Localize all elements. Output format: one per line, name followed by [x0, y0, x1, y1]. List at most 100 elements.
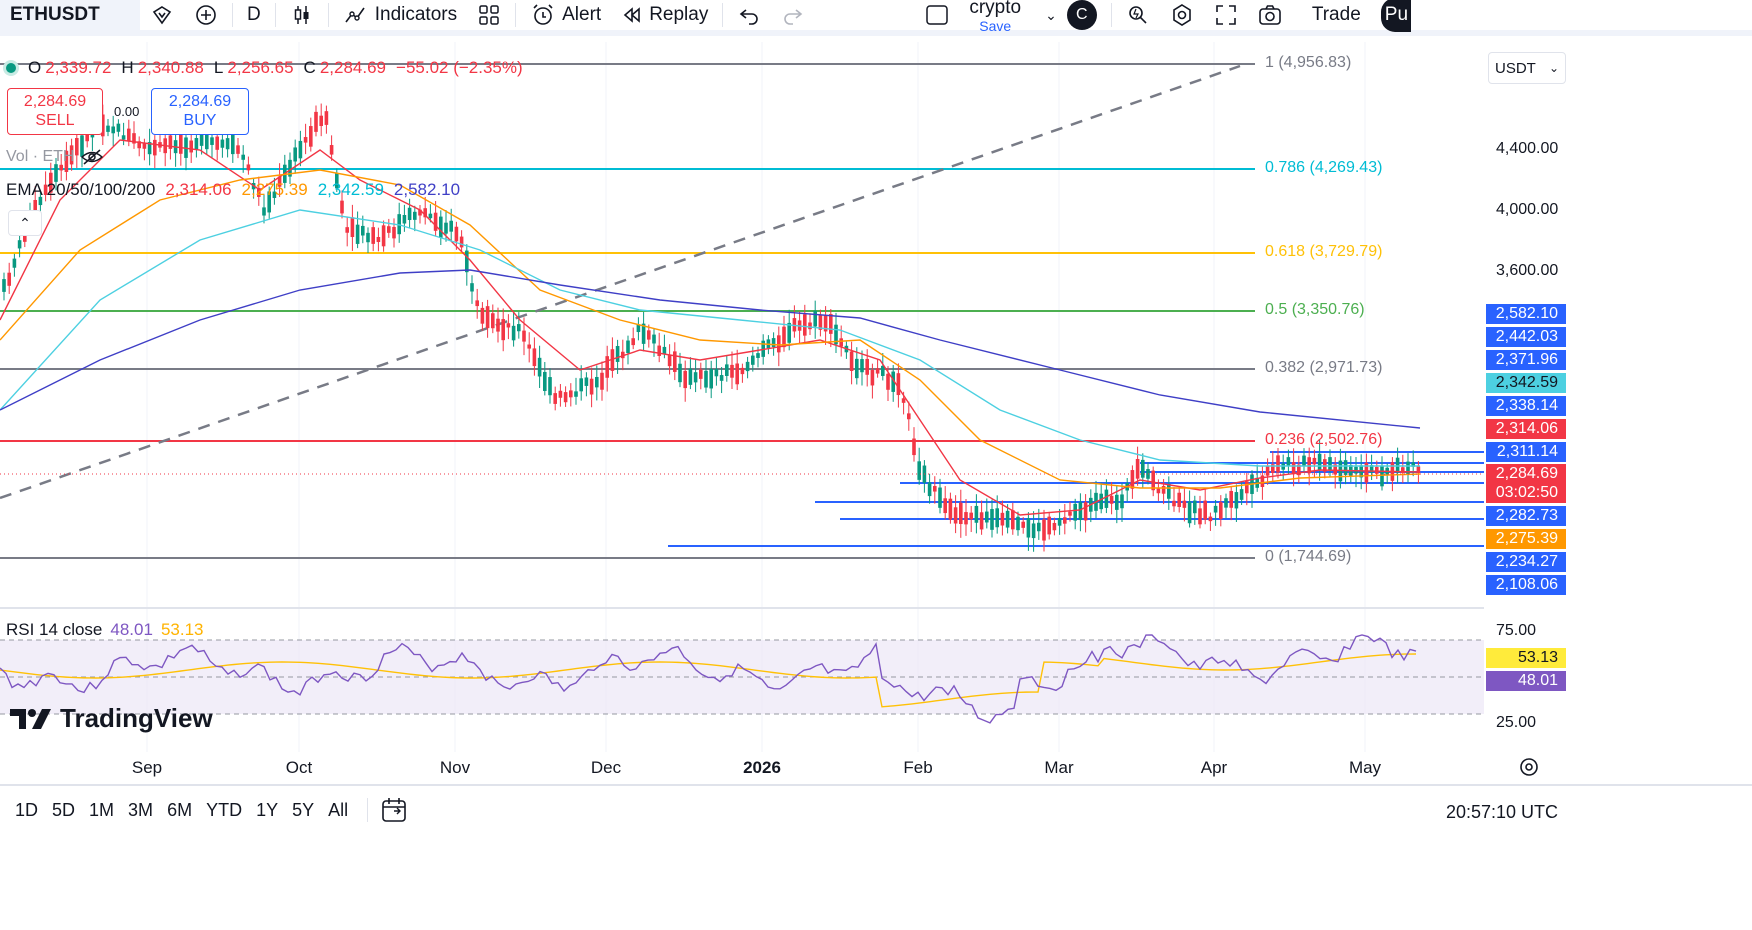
buy-button[interactable]: 2,284.69 BUY — [151, 88, 249, 135]
watchlist-add-icon[interactable] — [140, 0, 184, 32]
indicators-button[interactable]: Indicators — [333, 0, 467, 32]
symbol-name: ETHUSDT — [10, 4, 100, 25]
range-button-all[interactable]: All — [321, 800, 355, 821]
candle-body — [1167, 483, 1171, 499]
redo-icon[interactable] — [771, 0, 815, 32]
range-button-3m[interactable]: 3M — [121, 800, 160, 821]
utc-clock[interactable]: 20:57:10 UTC — [1446, 802, 1558, 823]
axis-settings-icon[interactable] — [1518, 756, 1540, 778]
candle-body — [574, 391, 578, 397]
candle-body — [985, 511, 989, 523]
candle-body — [543, 371, 547, 391]
rsi-legend[interactable]: RSI 14 close 48.01 53.13 — [6, 620, 203, 640]
range-button-6m[interactable]: 6M — [160, 800, 199, 821]
time-axis[interactable]: Sep Oct Nov Dec 2026 Feb Mar Apr May — [0, 752, 1484, 782]
candle-body — [881, 365, 885, 376]
price-badge: 2,284.69 — [1486, 464, 1566, 484]
candle-body — [1063, 517, 1067, 524]
separator — [274, 3, 276, 27]
avatar[interactable]: C — [1066, 0, 1097, 30]
candle-body — [714, 368, 719, 377]
range-button-1d[interactable]: 1D — [8, 800, 45, 821]
candle-body — [111, 126, 115, 134]
price-tick: 3,600.00 — [1496, 262, 1559, 279]
range-button-ytd[interactable]: YTD — [199, 800, 249, 821]
interval-button[interactable]: D — [237, 0, 271, 32]
candle-body — [1198, 508, 1202, 525]
candle-body — [964, 512, 968, 525]
candle-body — [693, 372, 698, 383]
candle-body — [433, 212, 438, 231]
candle-body — [943, 498, 947, 514]
currency-label: USDT — [1495, 59, 1536, 77]
price-chart[interactable] — [0, 42, 1484, 752]
ema-line — [0, 209, 1420, 467]
rsi-badge: 53.13 — [1486, 648, 1566, 668]
compare-symbol-icon[interactable] — [184, 0, 228, 32]
publish-button[interactable]: Pu — [1380, 0, 1411, 32]
alert-button[interactable]: Alert — [520, 0, 611, 32]
quick-search-icon[interactable] — [1116, 0, 1160, 32]
candle-body — [1130, 470, 1135, 489]
range-button-1y[interactable]: 1Y — [249, 800, 285, 821]
rsi-badge: 48.01 — [1486, 671, 1566, 691]
candle-body — [886, 373, 890, 390]
undo-icon[interactable] — [727, 0, 771, 32]
replay-button[interactable]: Replay — [611, 0, 718, 32]
candle-body — [995, 508, 999, 528]
layout-title: crypto — [969, 0, 1022, 18]
tradingview-logo[interactable]: TradingView — [10, 703, 213, 734]
candle-body — [740, 367, 745, 375]
candle-body — [1219, 502, 1223, 519]
candle-body — [1317, 453, 1322, 471]
gear-icon[interactable] — [1160, 0, 1204, 32]
rsi-value: 48.01 — [110, 620, 153, 639]
camera-icon[interactable] — [1248, 0, 1292, 32]
candle-body — [1120, 494, 1124, 509]
symbol-search[interactable]: ETHUSDT — [0, 0, 140, 32]
candle-body — [948, 498, 953, 520]
candle-body — [1380, 465, 1384, 487]
layout-select-icon[interactable] — [915, 0, 959, 32]
candle-body — [875, 368, 880, 374]
range-button-1m[interactable]: 1M — [82, 800, 121, 821]
range-button-5d[interactable]: 5D — [45, 800, 82, 821]
separator — [232, 3, 233, 27]
candle-body — [865, 358, 869, 375]
time-label: Mar — [1044, 758, 1074, 777]
candle-body — [699, 369, 703, 379]
price-badge: 2,582.10 — [1486, 304, 1566, 324]
ema-legend[interactable]: EMA 20/50/100/200 2,314.06 2,275.39 2,34… — [6, 180, 460, 200]
candles-icon[interactable] — [280, 0, 324, 32]
candle-body — [1276, 455, 1280, 473]
price-badge: 2,442.03 — [1486, 327, 1566, 347]
volume-legend[interactable]: Vol · ETH — [6, 148, 104, 166]
candle-body — [1224, 498, 1228, 508]
candle-body — [220, 139, 225, 148]
candle-body — [470, 283, 474, 292]
layout-name-button[interactable]: crypto Save ⌄ — [959, 0, 1066, 33]
candle-body — [855, 358, 859, 379]
candle-body — [563, 392, 568, 403]
templates-icon[interactable] — [467, 0, 511, 32]
replay-label: Replay — [649, 4, 709, 25]
range-button-5y[interactable]: 5Y — [285, 800, 321, 821]
sell-button[interactable]: 2,284.69 SELL — [7, 88, 103, 135]
candle-body — [626, 340, 630, 354]
sell-label: SELL — [35, 111, 75, 129]
candle-body — [1234, 492, 1239, 509]
fullscreen-icon[interactable] — [1204, 0, 1248, 32]
price-badge: 2,108.06 — [1486, 575, 1566, 595]
eye-hidden-icon[interactable] — [80, 148, 104, 166]
indicators-icon — [345, 7, 365, 23]
candle-body — [215, 136, 219, 150]
ema-line — [0, 269, 1421, 429]
time-label: Feb — [903, 758, 933, 777]
candle-body — [1078, 502, 1083, 521]
currency-select[interactable]: USDT ⌄ — [1488, 52, 1566, 84]
collapse-legend-button[interactable]: ⌃ — [8, 210, 42, 236]
calendar-icon[interactable] — [380, 796, 408, 824]
candle-body — [303, 137, 308, 143]
trade-button[interactable]: Trade — [1292, 0, 1381, 32]
candle-body — [17, 240, 22, 249]
